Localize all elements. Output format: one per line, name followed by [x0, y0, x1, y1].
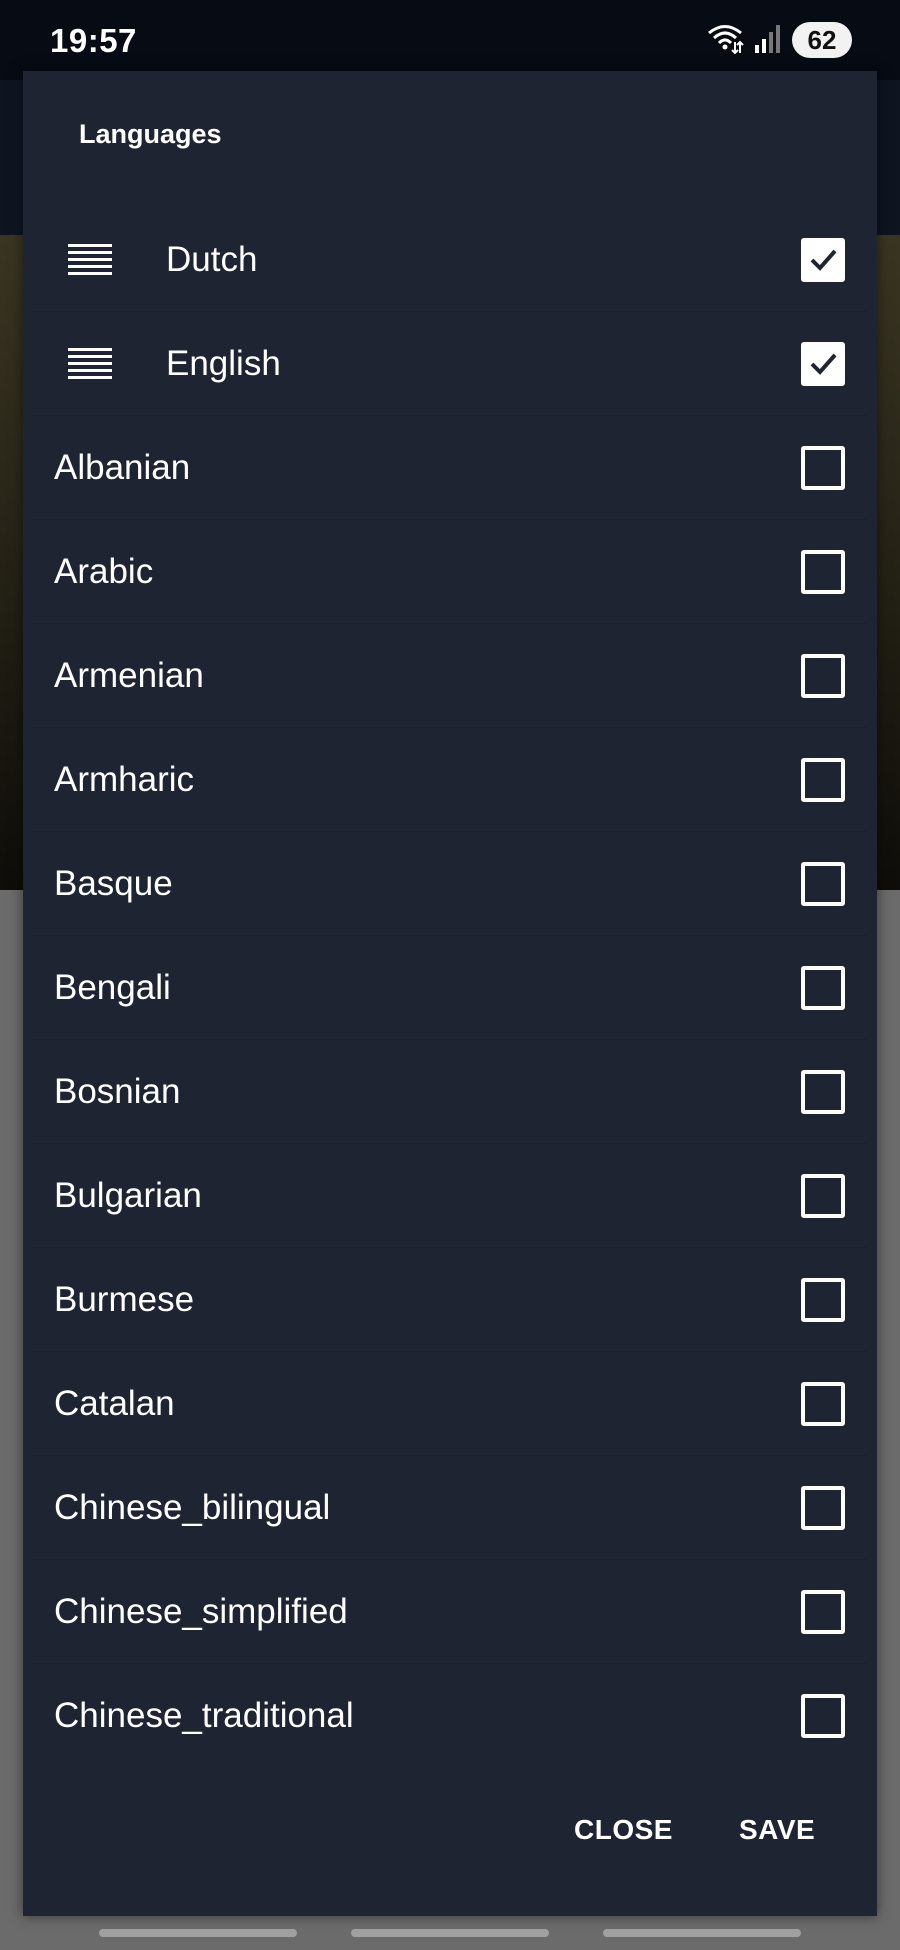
- language-item-dutch[interactable]: Dutch: [33, 208, 867, 312]
- wifi-icon: [706, 22, 744, 59]
- dialog-title: Languages: [79, 119, 222, 149]
- languages-dialog: Languages Dutch English Albanian Arabic …: [23, 71, 877, 1916]
- language-item-english[interactable]: English: [33, 312, 867, 416]
- language-item[interactable]: Bengali: [33, 936, 867, 1040]
- language-item[interactable]: Bulgarian: [33, 1144, 867, 1248]
- drag-handle-icon[interactable]: [68, 243, 112, 276]
- language-item[interactable]: Armharic: [33, 728, 867, 832]
- language-label: Burmese: [54, 1279, 195, 1319]
- language-checkbox[interactable]: [801, 1381, 845, 1426]
- language-label: Arabic: [54, 551, 154, 591]
- language-checkbox[interactable]: [801, 549, 845, 594]
- language-checkbox[interactable]: [801, 1173, 845, 1218]
- nav-home-button[interactable]: [351, 1929, 549, 1937]
- signal-icon: [754, 23, 782, 58]
- drag-handle-icon[interactable]: [68, 347, 112, 380]
- language-item[interactable]: Albanian: [33, 416, 867, 520]
- language-label: Chinese_bilingual: [54, 1487, 331, 1527]
- language-item[interactable]: Burmese: [33, 1248, 867, 1352]
- language-checkbox[interactable]: [801, 757, 845, 802]
- language-checkbox[interactable]: [801, 861, 845, 906]
- status-icons: 62: [706, 22, 852, 58]
- language-label: Catalan: [54, 1383, 175, 1423]
- language-label: Albanian: [54, 447, 191, 487]
- language-item[interactable]: Armenian: [33, 624, 867, 728]
- language-item[interactable]: Chinese_bilingual: [33, 1456, 867, 1560]
- nav-back-button[interactable]: [603, 1929, 801, 1937]
- language-checkbox[interactable]: [801, 1069, 845, 1114]
- language-checkbox[interactable]: [801, 1589, 845, 1634]
- language-item[interactable]: Catalan: [33, 1352, 867, 1456]
- language-label: Dutch: [166, 239, 258, 279]
- battery-icon: 62: [792, 22, 852, 58]
- language-label: Bosnian: [54, 1071, 181, 1111]
- language-label: Chinese_traditional: [54, 1695, 354, 1735]
- language-item[interactable]: Bosnian: [33, 1040, 867, 1144]
- language-checkbox[interactable]: [801, 1277, 845, 1322]
- save-button[interactable]: SAVE: [739, 1814, 815, 1846]
- language-item[interactable]: Chinese_traditional: [33, 1664, 867, 1767]
- language-label: Bulgarian: [54, 1175, 202, 1215]
- language-label: Armenian: [54, 655, 204, 695]
- language-checkbox[interactable]: [801, 653, 845, 698]
- language-label: Basque: [54, 863, 173, 903]
- language-checkbox[interactable]: [801, 1693, 845, 1738]
- language-label: Armharic: [54, 759, 195, 799]
- language-list[interactable]: Dutch English Albanian Arabic Armenian A…: [23, 208, 877, 1767]
- language-label: English: [166, 343, 281, 383]
- language-item[interactable]: Arabic: [33, 520, 867, 624]
- language-checkbox[interactable]: [801, 445, 845, 490]
- language-item[interactable]: Basque: [33, 832, 867, 936]
- status-bar: 19:57 62: [0, 0, 900, 80]
- language-checkbox[interactable]: [801, 1485, 845, 1530]
- language-label: Chinese_simplified: [54, 1591, 348, 1631]
- dialog-actions: CLOSE SAVE: [23, 1814, 877, 1864]
- language-label: Bengali: [54, 967, 171, 1007]
- language-checkbox[interactable]: [801, 237, 845, 282]
- status-time: 19:57: [50, 22, 137, 59]
- language-checkbox[interactable]: [801, 965, 845, 1010]
- language-checkbox[interactable]: [801, 341, 845, 386]
- navigation-bar: [0, 1916, 900, 1950]
- language-item[interactable]: Chinese_simplified: [33, 1560, 867, 1664]
- close-button[interactable]: CLOSE: [574, 1814, 673, 1846]
- nav-recents-button[interactable]: [99, 1929, 297, 1937]
